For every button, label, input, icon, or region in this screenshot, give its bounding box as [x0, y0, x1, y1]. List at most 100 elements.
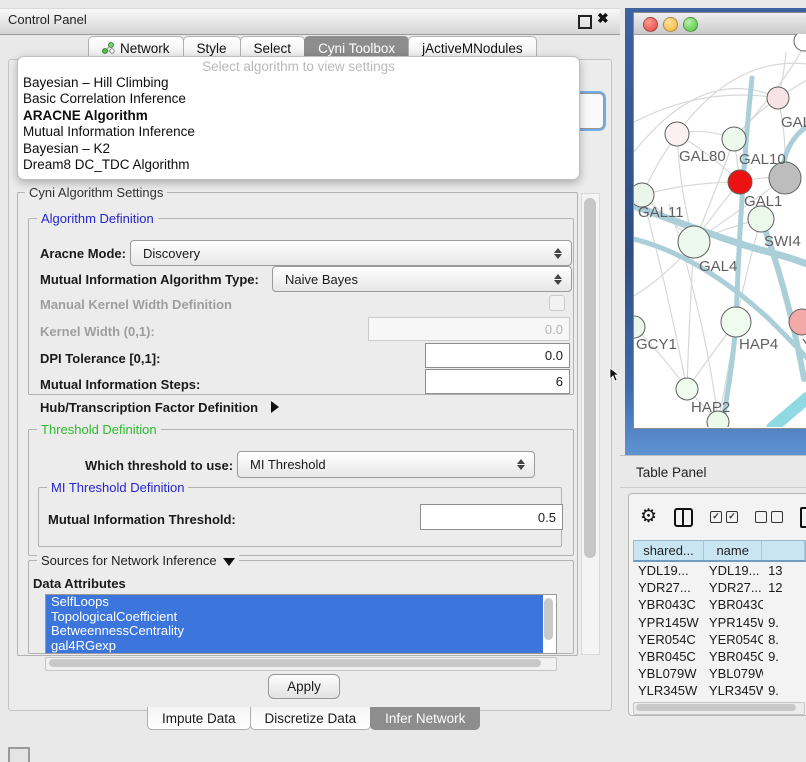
node-gal1[interactable] — [728, 170, 752, 194]
document-icon[interactable] — [800, 507, 806, 528]
algorithm-option-basic-correlation-inference[interactable]: Basic Correlation Inference — [18, 91, 579, 107]
app: Control Panel ✖ NetworkStyleSelectCyni T… — [0, 0, 806, 762]
aracne-mode-label: Aracne Mode: — [40, 246, 126, 261]
table-cell: YPR145W — [704, 615, 763, 630]
algorithm-option-mutual-information-inference[interactable]: Mutual Information Inference — [18, 124, 579, 140]
kernel-width-label: Kernel Width (0,1): — [40, 324, 155, 339]
apply-button[interactable]: Apply — [268, 674, 340, 699]
algorithm-option-dream8-dc-tdc-algorithm[interactable]: Dream8 DC_TDC Algorithm — [18, 157, 579, 173]
tab-label: Discretize Data — [265, 711, 357, 726]
dpi-tolerance-label: DPI Tolerance [0,1]: — [40, 351, 160, 366]
node-pink[interactable] — [767, 87, 789, 109]
kernel-width-field[interactable]: 0.0 — [368, 317, 570, 341]
table-row[interactable]: YER054CYER054C8. — [633, 631, 806, 648]
node-label-gal4: GAL4 — [699, 258, 737, 275]
table-row[interactable]: YLR345WYLR345W9. — [633, 682, 806, 699]
tab-infer-network[interactable]: Infer Network — [370, 707, 480, 730]
tab-discretize-data[interactable]: Discretize Data — [250, 707, 372, 730]
table-cell: YDL19... — [704, 563, 763, 578]
gear-icon[interactable]: ⚙ — [640, 507, 657, 527]
close-icon[interactable]: ✖ — [597, 10, 609, 27]
attribute-item-betweennesscentrality[interactable]: BetweennessCentrality — [46, 624, 543, 639]
deselect-all-checkboxes-icon[interactable] — [755, 511, 783, 523]
node-label-gal11: GAL11 — [638, 204, 684, 221]
network-edge[interactable] — [634, 95, 778, 122]
table-hscrollbar[interactable] — [633, 702, 805, 715]
tab-label: Network — [120, 41, 170, 56]
node-label-gal10: GAL10 — [739, 151, 786, 168]
spinner-arrows-icon — [549, 248, 567, 259]
mi-threshold-label: Mutual Information Threshold: — [48, 512, 236, 527]
tab-label: Infer Network — [385, 711, 465, 726]
algorithm-help-button[interactable] — [576, 93, 604, 129]
column-header-name[interactable]: name — [704, 541, 762, 560]
table-cell: YBL079W — [633, 666, 704, 681]
mi-steps-field[interactable]: 6 — [425, 369, 570, 394]
node-gal4[interactable] — [678, 226, 710, 258]
table-row[interactable]: YDL19...YDL19...13 — [633, 562, 806, 579]
mac-close-icon[interactable] — [643, 17, 658, 32]
column-header-partial[interactable] — [762, 541, 805, 560]
algorithm-option-bayesian-hill-climbing[interactable]: Bayesian – Hill Climbing — [18, 75, 579, 91]
spinner-arrows-icon — [512, 459, 530, 470]
table-hscrollbar-thumb[interactable] — [636, 704, 796, 711]
node-hap4[interactable] — [721, 307, 751, 337]
cyni-bottom-tabbar: Impute Data Discretize Data Infer Network — [147, 707, 479, 730]
network-edge-highlighted[interactable] — [772, 398, 806, 427]
data-attributes-label: Data Attributes — [33, 576, 126, 591]
columns-icon[interactable] — [674, 508, 693, 527]
settings-scrollbar-thumb[interactable] — [584, 198, 596, 558]
table-cell: YDR27... — [633, 580, 704, 595]
node-top-right[interactable] — [794, 34, 806, 51]
algorithm-dropdown-placeholder: Select algorithm to view settings — [18, 57, 579, 75]
column-header-shared-name[interactable]: shared... — [634, 541, 704, 560]
manual-kernel-width-checkbox[interactable] — [549, 295, 565, 311]
attribute-item-topologicalcoefficient[interactable]: TopologicalCoefficient — [46, 610, 543, 625]
sources-title[interactable]: Sources for Network Inference — [37, 553, 239, 568]
node-label-gcy1: GCY1 — [636, 336, 677, 353]
mi-threshold-field[interactable]: 0.5 — [420, 504, 563, 530]
docked-panel-icon[interactable] — [8, 747, 30, 762]
mac-zoom-icon[interactable] — [683, 17, 698, 32]
mac-minimize-icon[interactable] — [663, 17, 678, 32]
attribute-item-gal4rgexp[interactable]: gal4RGexp — [46, 639, 543, 654]
tab-label: Style — [197, 41, 227, 56]
dpi-tolerance-field[interactable]: 0.0 — [425, 343, 570, 368]
attributes-hscrollbar-thumb[interactable] — [49, 659, 541, 667]
tab-impute-data[interactable]: Impute Data — [147, 707, 251, 730]
spinner-arrows-icon — [549, 274, 567, 285]
algorithm-option-aracne-algorithm[interactable]: ARACNE Algorithm — [18, 108, 579, 124]
algorithm-option-bayesian-k2[interactable]: Bayesian – K2 — [18, 141, 579, 157]
table-row[interactable]: YPR145WYPR145W9. — [633, 614, 806, 631]
tab-label: Cyni Toolbox — [318, 41, 395, 56]
attributes-hscrollbar[interactable] — [45, 657, 557, 671]
node-gcy1[interactable] — [634, 316, 645, 338]
mi-algorithm-type-label: Mutual Information Algorithm Type: — [40, 272, 259, 287]
table-row[interactable]: YBR043CYBR043C — [633, 596, 806, 613]
data-attributes-list[interactable]: SelfLoopsTopologicalCoefficientBetweenne… — [45, 594, 557, 654]
which-threshold-select[interactable]: MI Threshold — [237, 451, 535, 478]
node-label-hap2: HAP2 — [691, 399, 730, 416]
node-hap2[interactable] — [676, 378, 698, 400]
select-all-checkboxes-icon[interactable]: ✓✓ — [710, 511, 738, 523]
node-gal80[interactable] — [665, 122, 689, 146]
network-canvas[interactable]: GALGAL80GAL10GAL1GAL11SWI4GAL4GCY1HAP4YH… — [634, 34, 806, 427]
table-cell: YPR145W — [633, 615, 704, 630]
float-window-icon[interactable] — [578, 15, 592, 29]
hub-factor-expander[interactable]: Hub/Transcription Factor Definition — [40, 399, 279, 417]
table-cell: YDL19... — [633, 563, 704, 578]
tab-label: Select — [254, 41, 292, 56]
network-edge[interactable] — [642, 182, 740, 195]
algorithm-definition-title: Algorithm Definition — [37, 211, 158, 226]
attributes-scrollbar-thumb[interactable] — [544, 598, 553, 640]
settings-scrollbar[interactable] — [581, 193, 600, 655]
table-row[interactable]: YBR045CYBR045C9. — [633, 648, 806, 665]
table-row[interactable]: YDR27...YDR27...12 — [633, 579, 806, 596]
table-row[interactable]: YBL079WYBL079W — [633, 665, 806, 682]
node-label-hap4: HAP4 — [739, 336, 778, 353]
attribute-item-selfloops[interactable]: SelfLoops — [46, 595, 543, 610]
mi-algorithm-type-select[interactable]: Naive Bayes — [272, 266, 572, 292]
aracne-mode-select[interactable]: Discovery — [130, 240, 572, 266]
network-window-titlebar — [634, 13, 806, 35]
table-cell: YBR045C — [633, 649, 704, 664]
